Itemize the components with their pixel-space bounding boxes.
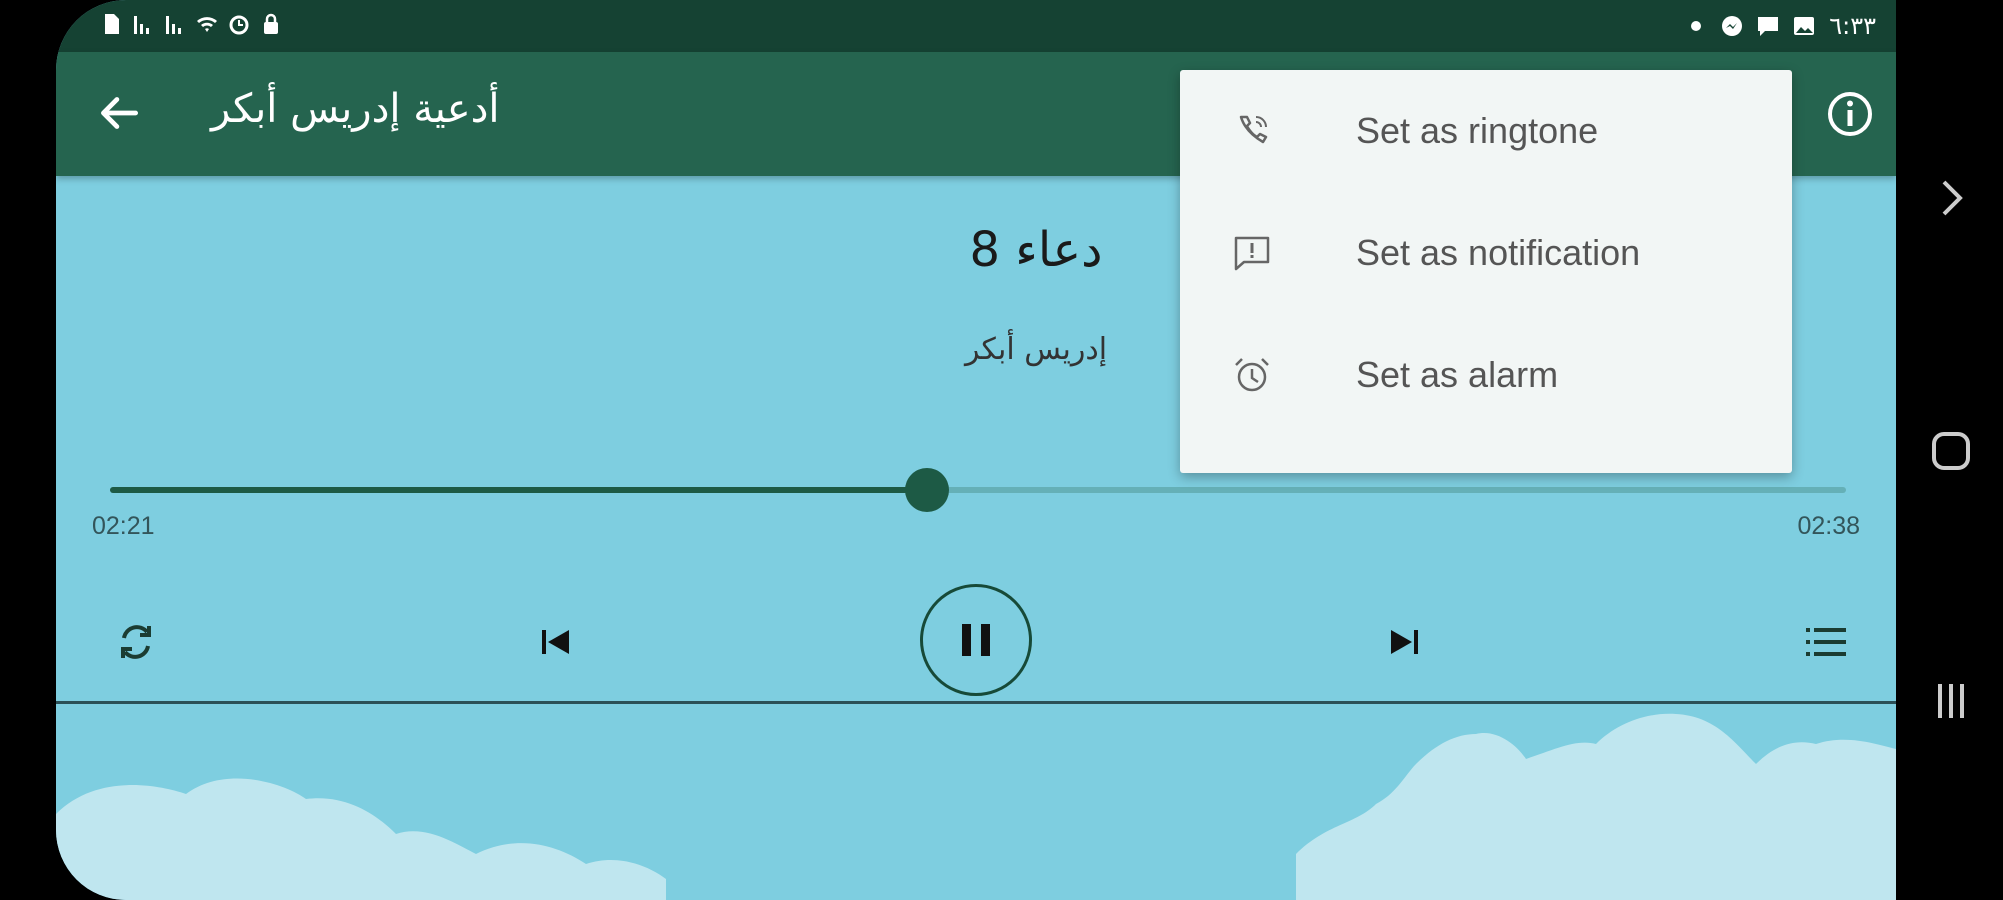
seek-bar[interactable] bbox=[110, 468, 1846, 512]
chevron-right-icon[interactable] bbox=[1926, 172, 1976, 222]
previous-button[interactable] bbox=[526, 612, 586, 672]
signal-icon bbox=[134, 16, 149, 34]
messenger-icon bbox=[1722, 16, 1743, 36]
recents-icon[interactable] bbox=[1926, 676, 1976, 726]
home-icon[interactable] bbox=[1926, 426, 1976, 476]
alarm-clock-icon bbox=[1235, 358, 1269, 392]
menu-item-ringtone[interactable]: Set as ringtone bbox=[1180, 70, 1792, 192]
menu-item-label: Set as notification bbox=[1356, 232, 1641, 273]
notification-icon bbox=[1234, 236, 1270, 271]
info-icon[interactable] bbox=[1826, 90, 1874, 138]
pause-icon bbox=[962, 624, 990, 656]
chat-icon bbox=[1758, 17, 1779, 36]
status-time: ٦:٣٣ bbox=[1829, 12, 1876, 40]
app-screen: ٦:٣٣ أدعية إدريس أبكر دعاء 8 إدريس أبكر … bbox=[56, 0, 1896, 900]
status-icons-right: ٦:٣٣ bbox=[1685, 12, 1876, 40]
skip-previous-icon bbox=[542, 630, 569, 654]
context-menu: Set as ringtone Set as notification Set … bbox=[1180, 70, 1792, 473]
seek-bar-progress bbox=[110, 487, 927, 493]
pause-button[interactable] bbox=[920, 584, 1032, 696]
repeat-button[interactable] bbox=[106, 612, 166, 672]
dot-icon bbox=[1691, 21, 1702, 31]
alarm-icon bbox=[229, 15, 249, 35]
menu-item-alarm[interactable]: Set as alarm bbox=[1180, 314, 1792, 436]
elapsed-time: 02:21 bbox=[92, 512, 155, 540]
clouds-decoration bbox=[56, 713, 1896, 900]
menu-item-label: Set as alarm bbox=[1356, 354, 1559, 395]
skip-next-icon bbox=[1391, 630, 1418, 654]
repeat-icon bbox=[121, 625, 151, 659]
signal-icon bbox=[166, 16, 181, 34]
menu-item-notification[interactable]: Set as notification bbox=[1180, 192, 1792, 314]
back-arrow-icon[interactable] bbox=[94, 88, 144, 138]
sim-icon bbox=[105, 14, 119, 34]
total-time: 02:38 bbox=[1797, 512, 1860, 540]
menu-item-label: Set as ringtone bbox=[1356, 110, 1599, 151]
page-title: أدعية إدريس أبكر bbox=[211, 86, 500, 132]
image-icon bbox=[1794, 17, 1815, 35]
seek-bar-thumb[interactable] bbox=[904, 468, 949, 512]
phone-ring-icon bbox=[1239, 115, 1268, 144]
status-bar: ٦:٣٣ bbox=[56, 0, 1896, 52]
lock-icon bbox=[264, 13, 278, 34]
playlist-button[interactable] bbox=[1796, 612, 1856, 672]
wifi-icon bbox=[197, 17, 217, 32]
next-button[interactable] bbox=[1374, 612, 1434, 672]
playlist-icon bbox=[1806, 628, 1846, 656]
status-icons-left bbox=[100, 12, 282, 36]
system-nav-bar bbox=[1896, 0, 2003, 900]
